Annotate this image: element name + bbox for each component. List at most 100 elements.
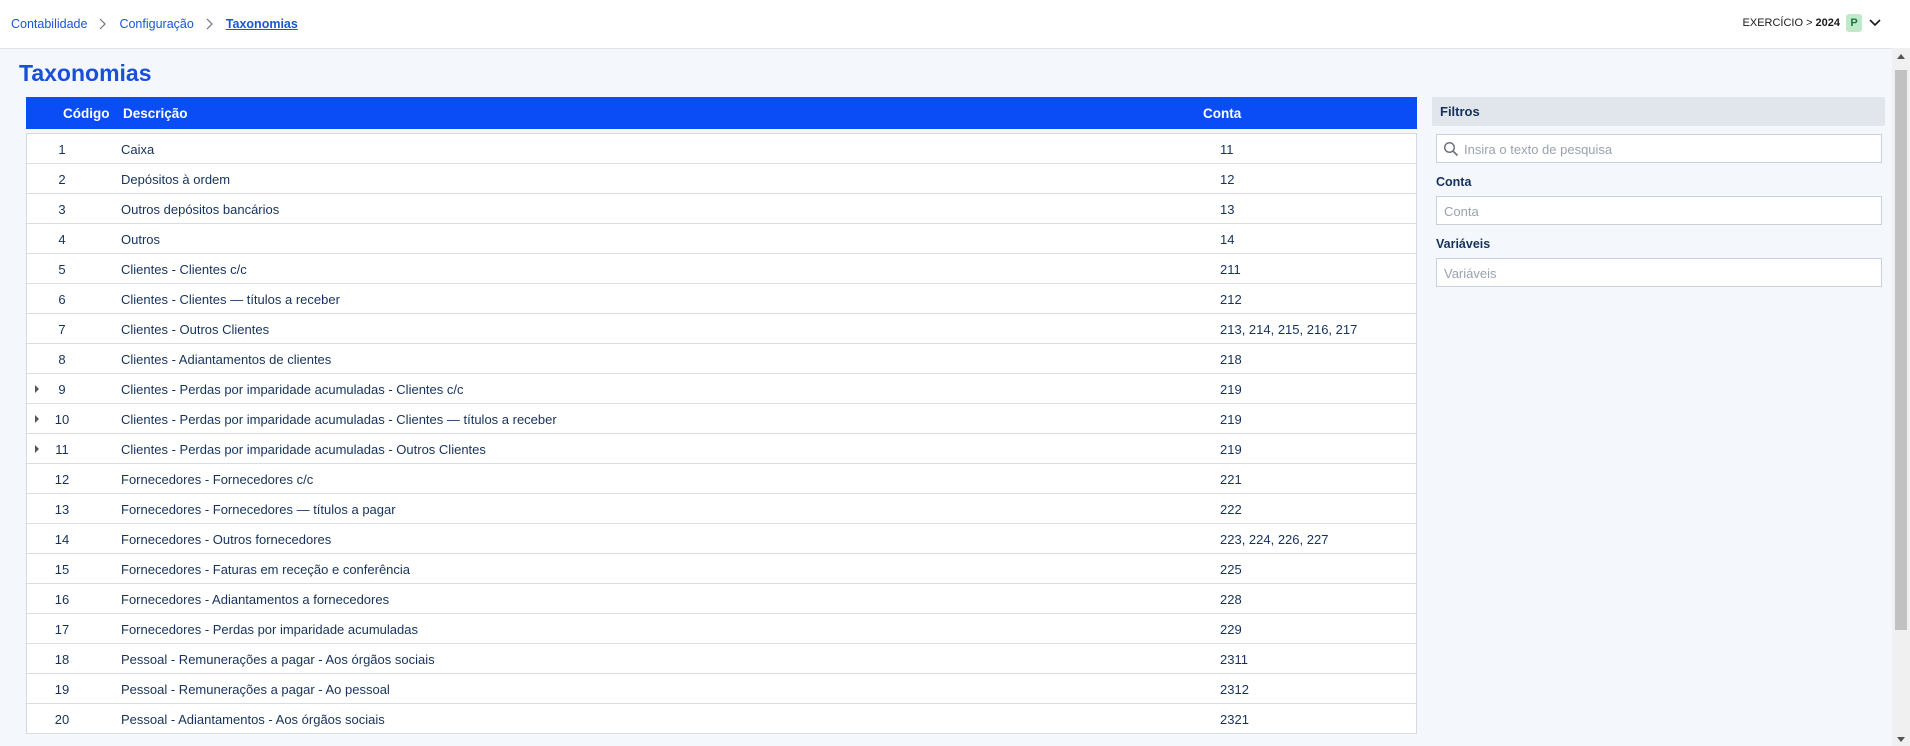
conta-input[interactable]	[1442, 203, 1876, 220]
row-account: 229	[1220, 622, 1242, 637]
caret-right-icon[interactable]	[35, 445, 39, 453]
table-row[interactable]: 6 Clientes - Clientes — títulos a receber…	[27, 284, 1416, 314]
variaveis-input[interactable]	[1442, 265, 1876, 282]
row-description: Pessoal - Remunerações a pagar - Ao pess…	[121, 682, 390, 697]
table-row[interactable]: 19 Pessoal - Remunerações a pagar - Ao pe…	[27, 674, 1416, 704]
exercise-badge: P	[1846, 14, 1862, 32]
table-row[interactable]: 15 Fornecedores - Faturas em receção e co…	[27, 554, 1416, 584]
row-account: 211	[1220, 262, 1241, 277]
variaveis-field[interactable]	[1436, 258, 1882, 287]
row-description: Clientes - Clientes c/c	[121, 262, 247, 277]
row-description: Pessoal - Remunerações a pagar - Aos órg…	[121, 652, 435, 667]
row-account: 219	[1220, 382, 1242, 397]
row-code: 13	[54, 502, 70, 517]
row-account: 225	[1220, 562, 1242, 577]
scroll-thumb[interactable]	[1895, 70, 1907, 630]
table-row[interactable]: 16 Fornecedores - Adiantamentos a fornece…	[27, 584, 1416, 614]
chevron-right-icon	[87, 17, 119, 31]
row-code: 14	[54, 532, 70, 547]
taxonomies-table: Código Descrição Conta 1 Caixa 11 2 Depósito…	[26, 97, 1417, 746]
table-row[interactable]: 20 Pessoal - Adiantamentos - Aos órgãos s…	[27, 704, 1416, 734]
conta-label: Conta	[1436, 175, 1472, 189]
table-row[interactable]: 4 Outros 14	[27, 224, 1416, 254]
row-account: 213, 214, 215, 216, 217	[1220, 322, 1358, 337]
row-account: 223, 224, 226, 227	[1220, 532, 1329, 547]
table-row[interactable]: 3 Outros depósitos bancários 13	[27, 194, 1416, 224]
row-code: 8	[58, 352, 66, 367]
filters-title: Filtros	[1432, 97, 1885, 126]
row-account: 12	[1220, 172, 1235, 187]
column-header-code[interactable]: Código	[63, 106, 110, 121]
table-row[interactable]: 18 Pessoal - Remunerações a pagar - Aos ó…	[27, 644, 1416, 674]
row-code: 3	[58, 202, 66, 217]
row-description: Fornecedores - Outros fornecedores	[121, 532, 332, 547]
row-account: 2321	[1220, 712, 1249, 727]
row-account: 14	[1220, 232, 1235, 247]
table-row[interactable]: 11 Clientes - Perdas por imparidade acumu…	[27, 434, 1416, 464]
row-code: 11	[55, 442, 69, 457]
row-description: Clientes - Perdas por imparidade acumula…	[121, 382, 464, 397]
row-description: Clientes - Clientes — títulos a receber	[121, 292, 340, 307]
row-account: 219	[1220, 412, 1242, 427]
row-account: 13	[1220, 202, 1235, 217]
row-code: 17	[54, 622, 70, 637]
breadcrumb-configuracao[interactable]: Configuração	[119, 17, 193, 31]
row-description: Clientes - Perdas por imparidade acumula…	[121, 412, 557, 427]
conta-field[interactable]	[1436, 196, 1882, 225]
row-account: 219	[1220, 442, 1242, 457]
filters-panel: Filtros Conta Variáveis	[1432, 97, 1885, 287]
row-code: 15	[54, 562, 70, 577]
top-bar: Contabilidade Configuração Taxonomias EX…	[0, 0, 1910, 49]
row-description: Fornecedores - Adiantamentos a fornecedo…	[121, 592, 390, 607]
row-description: Pessoal - Adiantamentos - Aos órgãos soc…	[121, 712, 385, 727]
variaveis-label: Variáveis	[1436, 237, 1491, 251]
caret-right-icon[interactable]	[35, 385, 39, 393]
row-code: 12	[54, 472, 70, 487]
row-account: 228	[1220, 592, 1242, 607]
row-account: 2311	[1220, 652, 1248, 667]
table-row[interactable]: 10 Clientes - Perdas por imparidade acumu…	[27, 404, 1416, 434]
row-account: 2312	[1220, 682, 1249, 697]
scroll-down-icon[interactable]	[1897, 737, 1905, 742]
table-row[interactable]: 1 Caixa 11	[27, 134, 1416, 164]
table-body: 1 Caixa 11 2 Depósitos à ordem 12 3 Outros depó…	[26, 133, 1417, 734]
row-description: Outros depósitos bancários	[121, 202, 280, 217]
chevron-down-icon[interactable]	[1868, 16, 1882, 30]
table-row[interactable]: 5 Clientes - Clientes c/c 211	[27, 254, 1416, 284]
table-row[interactable]: 2 Depósitos à ordem 12	[27, 164, 1416, 194]
page-title: Taxonomias	[19, 60, 152, 86]
breadcrumb-taxonomias[interactable]: Taxonomias	[226, 17, 298, 31]
row-code: 6	[58, 292, 66, 307]
breadcrumb-contabilidade[interactable]: Contabilidade	[11, 17, 87, 31]
vertical-scrollbar[interactable]	[1892, 48, 1910, 746]
table-row[interactable]: 14 Fornecedores - Outros fornecedores 223,…	[27, 524, 1416, 554]
table-row[interactable]: 17 Fornecedores - Perdas por imparidade a…	[27, 614, 1416, 644]
row-code: 9	[58, 382, 66, 397]
row-code: 19	[54, 682, 70, 697]
chevron-right-icon	[194, 17, 226, 31]
search-input[interactable]	[1462, 141, 1876, 158]
row-code: 2	[58, 172, 66, 187]
table-row[interactable]: 8 Clientes - Adiantamentos de clientes 218	[27, 344, 1416, 374]
search-icon	[1443, 141, 1459, 157]
table-row[interactable]: 12 Fornecedores - Fornecedores c/c 221	[27, 464, 1416, 494]
column-header-account[interactable]: Conta	[1203, 106, 1241, 121]
row-description: Depósitos à ordem	[121, 172, 231, 187]
caret-right-icon[interactable]	[35, 415, 39, 423]
row-account: 212	[1220, 292, 1242, 307]
row-code: 20	[54, 712, 70, 727]
scroll-up-icon[interactable]	[1897, 54, 1905, 59]
search-field[interactable]	[1436, 134, 1882, 163]
column-header-description[interactable]: Descrição	[123, 106, 188, 121]
row-description: Fornecedores - Perdas por imparidade acu…	[121, 622, 418, 637]
table-row[interactable]: 7 Clientes - Outros Clientes 213, 214, 215…	[27, 314, 1416, 344]
row-description: Caixa	[121, 142, 155, 157]
row-code: 4	[58, 232, 66, 247]
exercise-year: 2024	[1815, 17, 1840, 29]
row-code: 18	[54, 652, 70, 667]
table-row[interactable]: 9 Clientes - Perdas por imparidade acumul…	[27, 374, 1416, 404]
row-description: Fornecedores - Fornecedores c/c	[121, 472, 314, 487]
row-code: 10	[54, 412, 70, 427]
table-row[interactable]: 13 Fornecedores - Fornecedores — títulos …	[27, 494, 1416, 524]
exercise-selector[interactable]: EXERCÍCIO > 2024 P	[1743, 14, 1882, 32]
